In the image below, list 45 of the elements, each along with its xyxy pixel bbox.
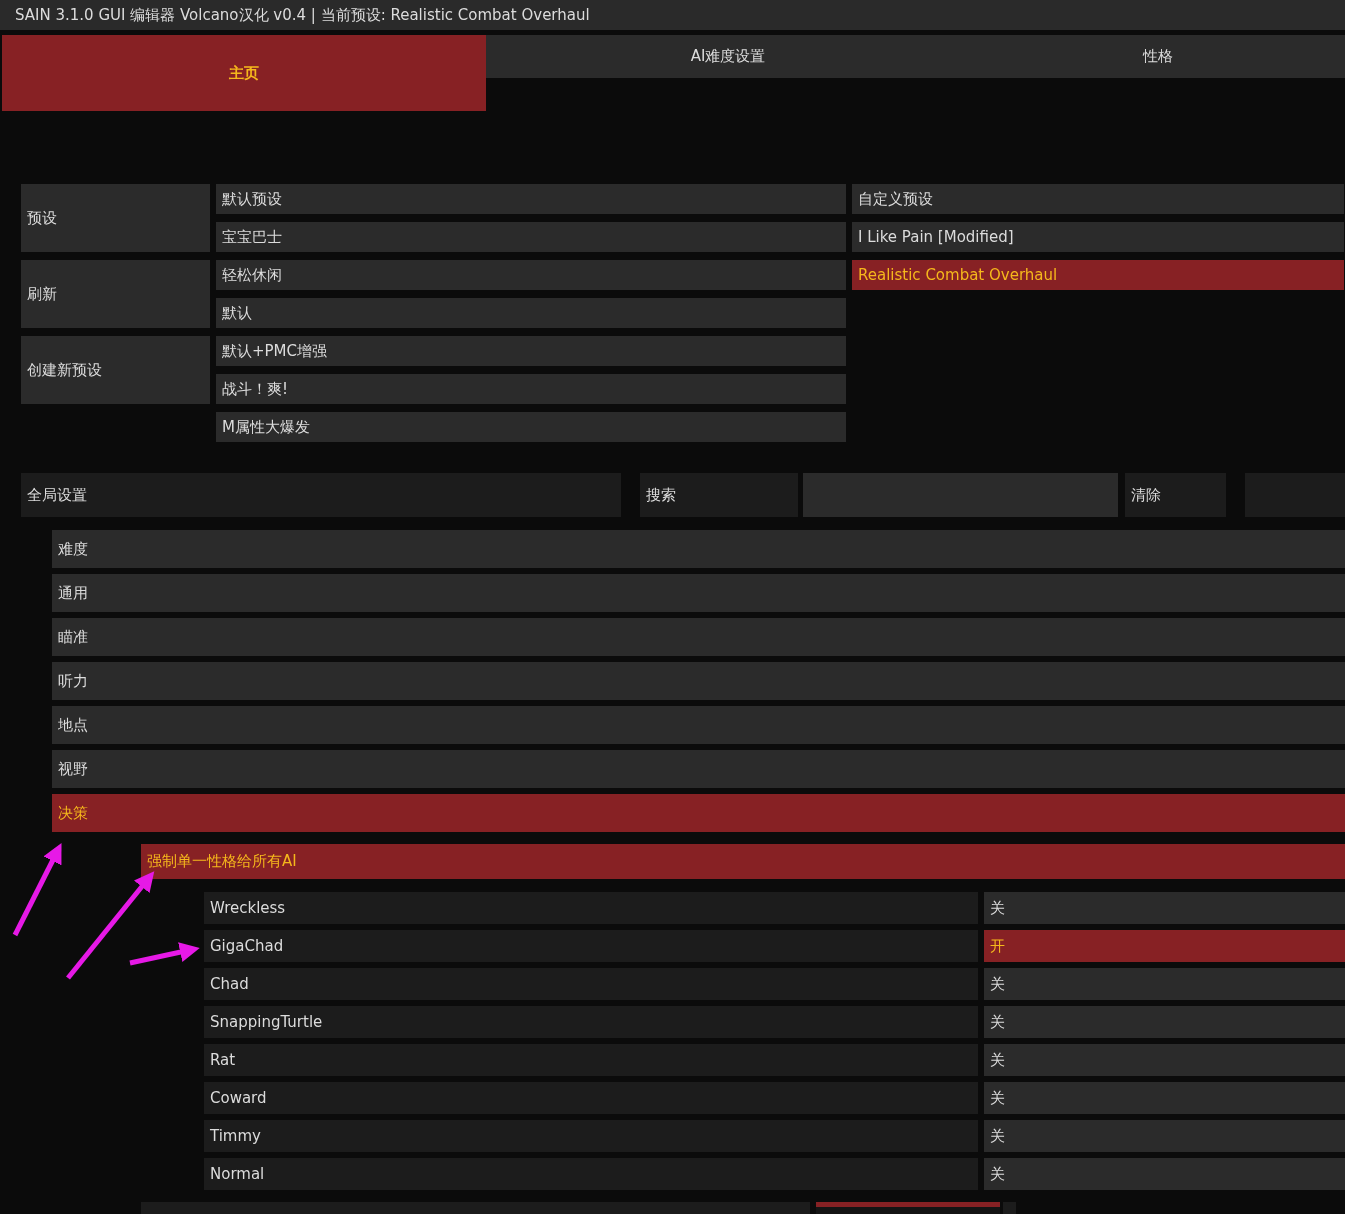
toggle-button[interactable]: 关 [984, 1158, 1345, 1190]
preset-action-button[interactable]: 创建新预设 [21, 336, 210, 404]
category-item[interactable]: 难度 [52, 530, 1345, 568]
tab[interactable]: 主页 [2, 35, 486, 111]
preset-list-item[interactable]: M属性大爆发 [216, 412, 846, 442]
personality-name: Rat [204, 1044, 978, 1076]
toggle-button[interactable]: 关 [984, 1006, 1345, 1038]
toggle-button[interactable]: 关 [984, 1120, 1345, 1152]
custom-preset-item[interactable]: I Like Pain [Modified] [852, 222, 1344, 252]
search-field[interactable] [803, 473, 1118, 517]
category-item[interactable]: 通用 [52, 574, 1345, 612]
global-settings-header: 全局设置 [21, 473, 621, 517]
toggle-button[interactable]: 关 [984, 1082, 1345, 1114]
preset-list-item[interactable]: 默认 [216, 298, 846, 328]
personality-name: Wreckless [204, 892, 978, 924]
preset-list-item[interactable]: 默认预设 [216, 184, 846, 214]
personality-name: Coward [204, 1082, 978, 1114]
category-item[interactable]: 地点 [52, 706, 1345, 744]
search-label: 搜索 [640, 473, 798, 517]
category-item[interactable]: 决策 [52, 794, 1345, 832]
tab[interactable]: AI难度设置 [486, 35, 970, 78]
personality-name: GigaChad [204, 930, 978, 962]
preset-list-item[interactable]: 战斗！爽! [216, 374, 846, 404]
preset-list-item[interactable]: 轻松休闲 [216, 260, 846, 290]
subsection-header[interactable]: 强制单一性格给所有AI [141, 844, 1345, 879]
custom-preset-item[interactable]: Realistic Combat Overhaul [852, 260, 1344, 290]
toggle-button[interactable]: 关 [984, 892, 1345, 924]
personality-name: Chad [204, 968, 978, 1000]
preset-list-item[interactable]: 宝宝巴士 [216, 222, 846, 252]
category-item[interactable]: 瞄准 [52, 618, 1345, 656]
category-item[interactable]: 听力 [52, 662, 1345, 700]
personality-name: Timmy [204, 1120, 978, 1152]
window-title: SAIN 3.1.0 GUI 编辑器 Volcano汉化 v0.4 | 当前预设: Realistic Combat Overhaul [15, 5, 590, 25]
toggle-button[interactable]: 开 [984, 930, 1345, 962]
preset-action-button[interactable]: 刷新 [21, 260, 210, 328]
preset-list-item[interactable]: 默认+PMC增强 [216, 336, 846, 366]
tab[interactable]: 性格 [970, 35, 1345, 78]
personality-name: Normal [204, 1158, 978, 1190]
preset-action-button[interactable]: 预设 [21, 184, 210, 252]
personality-name: SnappingTurtle [204, 1006, 978, 1038]
toggle-button[interactable]: 关 [984, 1044, 1345, 1076]
toggle-button[interactable]: 关 [984, 968, 1345, 1000]
category-item[interactable]: 视野 [52, 750, 1345, 788]
custom-presets-heading: 自定义预设 [852, 184, 1344, 214]
clear-button[interactable]: 清除 [1125, 473, 1226, 517]
